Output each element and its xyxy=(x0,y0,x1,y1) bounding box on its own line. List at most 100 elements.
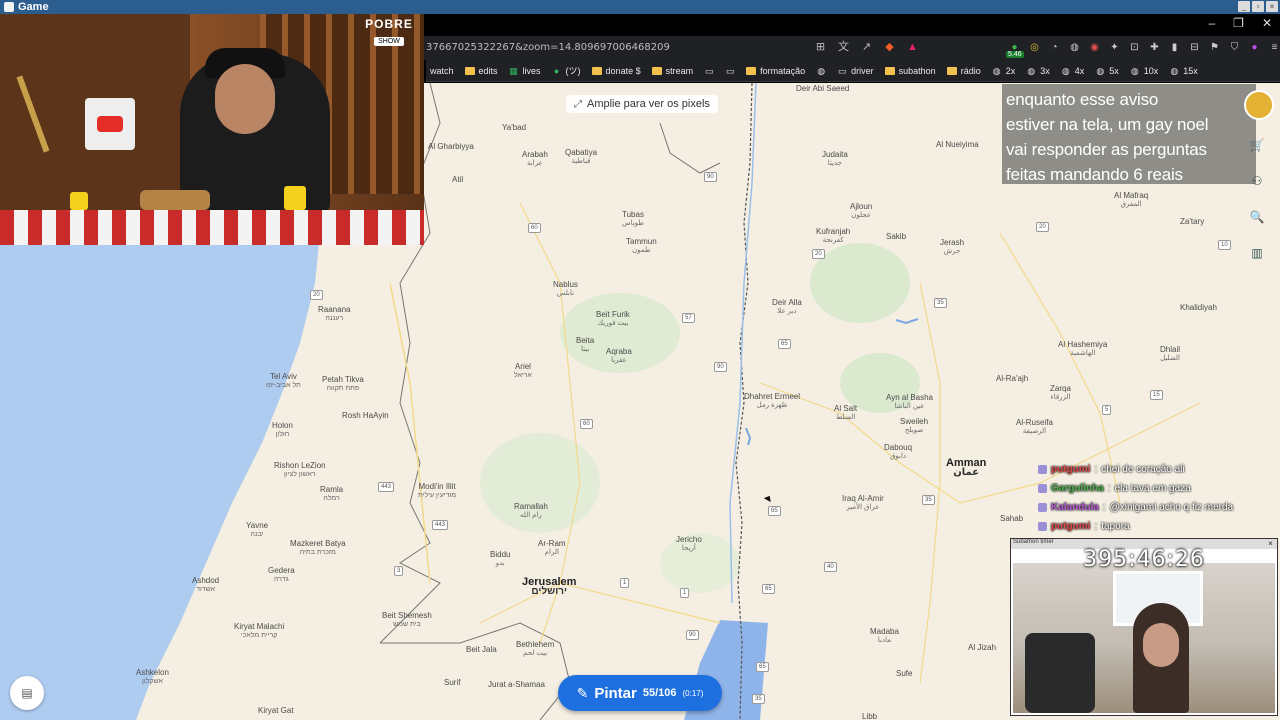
bookmark-item[interactable]: watch xyxy=(430,66,454,76)
map-place-label: Ramallah رام الله xyxy=(514,502,548,520)
leaderboard-icon[interactable]: ▥ xyxy=(1248,244,1266,262)
map-place-label: Dhahret Ermeel ظهرة رمل xyxy=(744,392,800,410)
bookmarks-overflow-icon[interactable]: » xyxy=(1252,4,1258,15)
shield-icon[interactable]: ⛉ xyxy=(1228,41,1241,54)
road-shield: 57 xyxy=(682,313,695,323)
map-place-label: Al Gharbiyya xyxy=(428,142,474,151)
map-place-label: Bethlehem بيت لحم xyxy=(516,640,554,658)
place-name: Jericho xyxy=(676,535,702,544)
translate-icon[interactable]: 文 xyxy=(837,41,850,54)
road-shield: 20 xyxy=(812,249,825,259)
bookmark-item[interactable]: ◍ 2x xyxy=(992,66,1015,76)
bookmark-label: (ツ) xyxy=(565,66,581,76)
share-icon[interactable]: ↗ xyxy=(860,41,873,54)
place-name: Sufe xyxy=(896,669,913,678)
extension-icon[interactable]: ● xyxy=(1008,41,1021,54)
place-name-local: רמלה xyxy=(323,495,340,502)
place-name: Al Gharbiyya xyxy=(428,142,474,151)
info-button[interactable]: ▤ xyxy=(10,676,44,710)
bookmark-item[interactable]: ◍ 5x xyxy=(1095,66,1118,76)
browser-minimize-icon[interactable]: – xyxy=(1208,16,1215,30)
map-place-label: Ya'bad xyxy=(502,123,526,132)
bookmark-item[interactable]: ● (ツ) xyxy=(552,64,581,77)
map-place-label: Al Jizah xyxy=(968,643,996,652)
place-name: Sweileh xyxy=(900,417,929,426)
map-place-label: Ayn al Basha عين الباشا xyxy=(886,393,933,411)
browser-restore-icon[interactable]: ❐ xyxy=(1233,16,1244,30)
page-icon: ▭ xyxy=(725,65,735,76)
road-shield: 1 xyxy=(620,578,630,588)
map-place-label: Kiryat Gat xyxy=(258,706,294,715)
page-icon: ▭ xyxy=(704,65,714,76)
map-place-label: Jericho أريحا xyxy=(676,535,702,553)
bookmarks-bar: watch edits ▦ lives ● (ツ) donate $ stream ▭ ▭ form… xyxy=(426,60,1280,82)
road-shield: 90 xyxy=(686,630,699,640)
chat-username: Gargulinha xyxy=(1051,483,1104,494)
close-icon[interactable]: × xyxy=(1266,1,1278,12)
folder-icon xyxy=(591,66,602,75)
road-shield: 90 xyxy=(704,172,717,182)
extension-icon[interactable]: ◎ xyxy=(1028,41,1041,54)
extension-icon[interactable]: ⊟ xyxy=(1188,41,1201,54)
bookmark-item[interactable]: rádio xyxy=(946,65,981,76)
extension-icon[interactable]: ◔ xyxy=(1048,41,1061,54)
place-name: Tubas xyxy=(622,210,644,219)
menu-icon[interactable]: ≡ xyxy=(1268,41,1280,54)
bookmark-item[interactable]: ◍ 10x xyxy=(1130,66,1158,76)
brave-rewards-icon[interactable]: ▲ xyxy=(906,41,919,54)
place-name-local: חולון xyxy=(275,431,290,438)
place-name: Zarqa xyxy=(1050,384,1071,393)
extension-icon[interactable]: ⚑ xyxy=(1208,41,1221,54)
map-place-label: Al-Ruseifa الرصيفة xyxy=(1016,418,1053,436)
map-place-label: Ashdod אשדוד xyxy=(192,576,219,594)
zoom-hint-text: Amplie para ver os pixels xyxy=(587,98,710,110)
bookmark-item[interactable]: ▭ xyxy=(704,66,714,76)
place-name: Dhahret Ermeel xyxy=(744,392,801,401)
city-name-local: ירושלים xyxy=(531,586,568,597)
chat-text: @xinigami acho q fiz merda xyxy=(1109,502,1234,513)
map-place-label: Sufe xyxy=(896,669,912,678)
app-icon xyxy=(4,2,14,12)
place-name-local: רעננה xyxy=(325,315,344,322)
extension-icon[interactable]: ⊡ xyxy=(1128,41,1141,54)
place-name: Aqraba xyxy=(606,347,632,356)
brave-shield-icon[interactable]: ◆ xyxy=(883,41,896,54)
road-shield: 443 xyxy=(432,520,449,530)
place-name-local: عقربا xyxy=(611,357,627,364)
bookmark-item[interactable]: ▭ driver xyxy=(837,66,874,76)
minimize-icon[interactable]: _ xyxy=(1238,1,1250,12)
url-text[interactable]: 37667025322267&zoom=14.809697006468209 xyxy=(426,42,670,53)
place-name-local: אריאל xyxy=(514,372,532,379)
browser-close-icon[interactable]: ✕ xyxy=(1262,16,1272,30)
road-shield: 3 xyxy=(394,566,404,576)
map-place-label: Libb xyxy=(862,712,877,720)
bookmark-item[interactable]: donate $ xyxy=(591,66,641,76)
bookmark-item[interactable]: ◍ 15x xyxy=(1169,66,1197,76)
bookmark-item[interactable]: ▦ lives xyxy=(509,66,540,76)
map-place-label: Al-Ra'ajh xyxy=(996,374,1028,383)
bookmark-item[interactable]: ◍ 4x xyxy=(1061,66,1084,76)
place-name: Petah Tikva xyxy=(322,375,364,384)
bookmark-item[interactable]: ◍ 3x xyxy=(1026,66,1049,76)
pintar-button[interactable]: ✎ Pintar 55/106 (0:17) xyxy=(558,675,722,711)
bookmark-item[interactable]: formatação xyxy=(746,66,805,76)
bookmark-item[interactable]: ▭ xyxy=(725,66,735,76)
extension-icon[interactable]: ✦ xyxy=(1108,41,1121,54)
bookmark-label: rádio xyxy=(960,65,981,76)
zoom-search-icon[interactable]: 🔍 xyxy=(1248,208,1266,226)
sidebar-icon[interactable]: ▮ xyxy=(1168,41,1181,54)
extension-icon[interactable]: ● xyxy=(1248,41,1261,54)
puzzle-icon[interactable]: ✚ xyxy=(1148,41,1161,54)
install-icon[interactable]: ⊞ xyxy=(814,41,827,54)
map-place-label: Aqraba عقربا xyxy=(606,347,632,365)
bookmark-item[interactable]: stream xyxy=(651,66,693,76)
bookmark-item[interactable]: ◍ xyxy=(816,66,826,76)
bookmark-item[interactable]: subathon xyxy=(884,66,936,76)
place-name-local: بدو xyxy=(495,560,505,567)
extension-icon[interactable]: ◍ xyxy=(1068,41,1081,54)
map-place-label: Ariel אריאל xyxy=(514,362,532,380)
bookmark-item[interactable]: edits xyxy=(464,66,498,76)
road-shield: 65 xyxy=(778,339,791,349)
map-place-label: Deir Alla دير علا xyxy=(772,298,802,316)
extension-icon[interactable]: ◉ xyxy=(1088,41,1101,54)
